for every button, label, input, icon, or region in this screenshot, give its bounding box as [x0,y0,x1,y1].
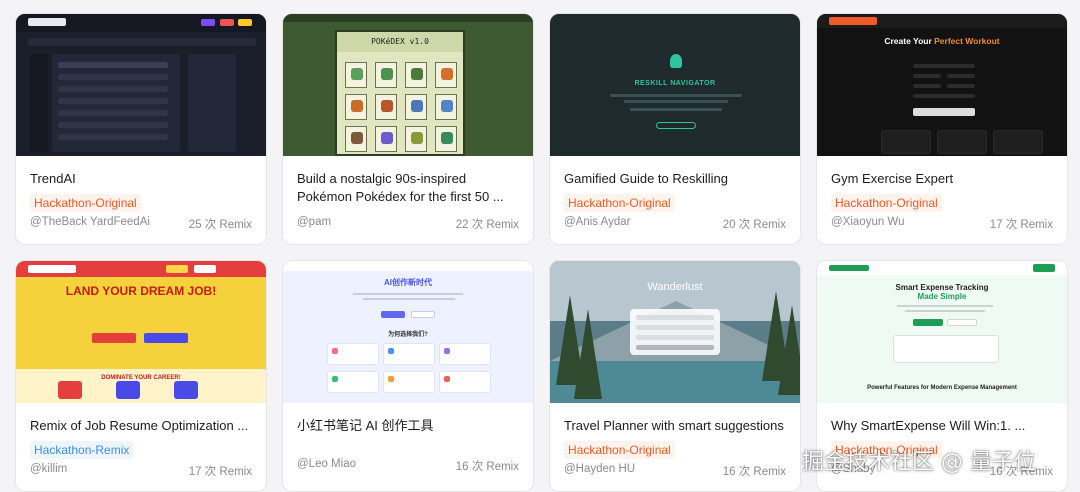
app-thumbnail: LAND YOUR DREAM JOB! DOMINATE YOUR CAREE… [16,261,266,403]
app-gallery-grid: TrendAI Hackathon-Original @TheBack Yard… [15,13,1068,492]
author-name[interactable]: @TheBack YardFeedAi [30,216,150,232]
hackathon-tag: Hackathon-Original [831,194,942,212]
hackathon-tag: Hackathon-Remix [30,441,134,459]
thumbnail-subheading: DOMINATE YOUR CAREER! [101,375,181,381]
thumbnail-heading: RESKILL NAVIGATOR [634,80,716,87]
remix-count: 20 次 Remix [722,219,786,231]
app-card-trendai[interactable]: TrendAI Hackathon-Original @TheBack Yard… [15,13,267,245]
remix-count: 16 次 Remix [722,466,786,478]
hackathon-tag: Hackathon-Original [564,441,675,459]
author-name[interactable]: @killim [30,463,67,479]
app-title[interactable]: Build a nostalgic 90s-inspired Pokémon P… [297,170,519,206]
thumbnail-subheading: Powerful Features for Modern Expense Man… [867,385,1017,391]
app-card-gym[interactable]: Create Your Perfect Workout Gym Exercise… [816,13,1068,245]
app-title[interactable]: Gym Exercise Expert [831,170,1053,188]
thumbnail-heading: LAND YOUR DREAM JOB! [65,284,217,298]
app-thumbnail [16,14,266,156]
app-card-travel[interactable]: Wanderlust Travel Planner with smart sug… [549,260,801,492]
app-card-reskilling[interactable]: RESKILL NAVIGATOR Gamified Guide to Resk… [549,13,801,245]
app-title[interactable]: 小红书笔记 AI 创作工具 [297,417,519,435]
app-title[interactable]: Remix of Job Resume Optimization ... [30,417,252,435]
author-name[interactable]: @Anis Aydar [564,216,630,232]
author-name[interactable]: @Xiaoyun Wu [831,216,904,232]
author-name[interactable]: @Hayden HU [564,463,635,479]
app-thumbnail: Wanderlust [550,261,800,403]
hackathon-tag: Hackathon-Original [30,194,141,212]
app-card-xiaohongshu[interactable]: AI创作新时代 为何选择我们? 小红书笔记 AI 创作工具 @Leo Miao … [282,260,534,492]
remix-count: 16 次 Remix [455,461,519,473]
hackathon-tag: Hackathon-Original [564,194,675,212]
app-thumbnail: AI创作新时代 为何选择我们? [283,261,533,403]
app-thumbnail: POKéDEX v1.0 [283,14,533,156]
watermark-text: 掘金技术社区 @ 量子位 [802,450,1036,475]
remix-count: 17 次 Remix [188,466,252,478]
app-thumbnail: Create Your Perfect Workout [817,14,1067,156]
author-name[interactable]: @pam [297,216,331,232]
app-title[interactable]: Gamified Guide to Reskilling [564,170,786,188]
app-title[interactable]: TrendAI [30,170,252,188]
app-title[interactable]: Travel Planner with smart suggestions [564,417,786,435]
thumbnail-heading: POKéDEX v1.0 [337,32,463,52]
remix-count: 17 次 Remix [989,219,1053,231]
author-name[interactable]: @Leo Miao [297,458,356,474]
app-card-resume[interactable]: LAND YOUR DREAM JOB! DOMINATE YOUR CAREE… [15,260,267,492]
thumbnail-heading: Smart Expense Tracking [895,283,989,292]
thumbnail-heading: Create Your Perfect Workout [884,36,1000,46]
thumbnail-heading-accent: Made Simple [917,292,967,301]
app-thumbnail: RESKILL NAVIGATOR [550,14,800,156]
app-card-pokedex[interactable]: POKéDEX v1.0 Build a nostalgic 90s-inspi… [282,13,534,245]
thumbnail-heading: Wanderlust [647,281,703,293]
thumbnail-subheading: 为何选择我们? [388,332,428,338]
remix-count: 25 次 Remix [188,219,252,231]
rocket-icon [670,54,682,68]
thumbnail-heading: AI创作新时代 [384,278,432,287]
remix-count: 22 次 Remix [455,219,519,231]
app-thumbnail: Smart Expense Tracking Made Simple Power… [817,261,1067,403]
app-title[interactable]: Why SmartExpense Will Win:1. ... [831,417,1053,435]
